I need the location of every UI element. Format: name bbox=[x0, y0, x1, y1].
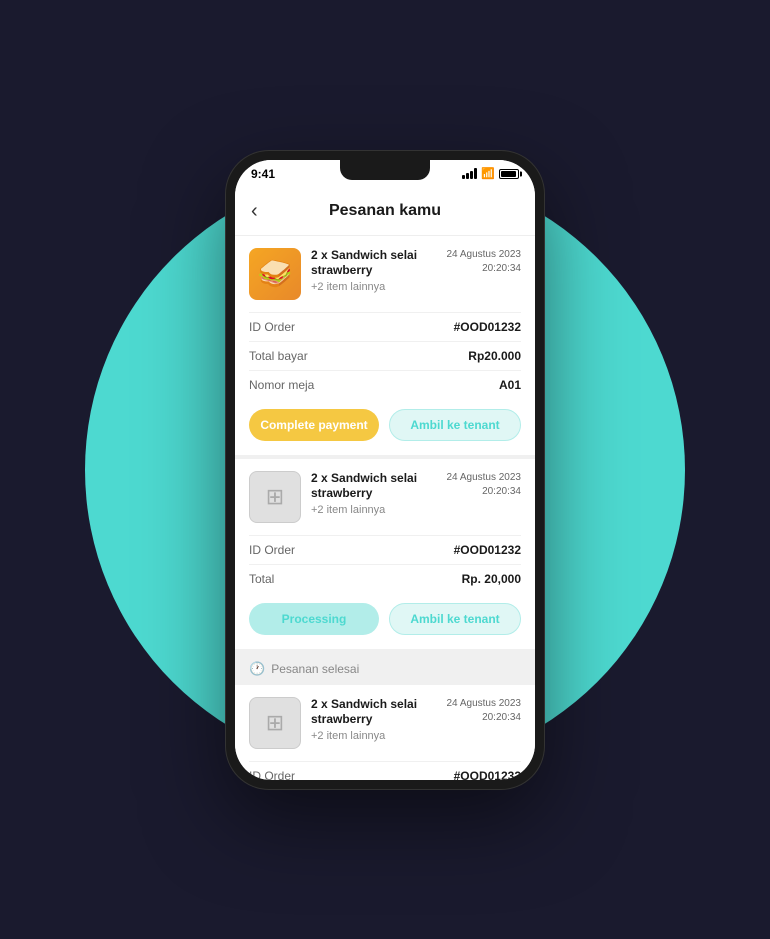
item-date-2: 24 Agustus 2023 20:20:34 bbox=[446, 471, 521, 499]
processing-button[interactable]: Processing bbox=[249, 603, 379, 635]
detail-label-total-2: Total bbox=[249, 572, 274, 586]
wifi-icon: 📶 bbox=[481, 167, 495, 180]
item-name-row-2: 2 x Sandwich selai strawberry 24 Agustus… bbox=[311, 471, 521, 502]
battery-icon bbox=[499, 169, 519, 179]
signal-icon bbox=[462, 168, 477, 179]
order-details-2: ID Order #OOD01232 Total Rp. 20,000 bbox=[235, 535, 535, 593]
back-button[interactable]: ‹ bbox=[251, 198, 264, 225]
order-card-1: 🥪 2 x Sandwich selai strawberry 24 Agust… bbox=[235, 236, 535, 455]
item-name-row-3: 2 x Sandwich selai strawberry 24 Agustus… bbox=[311, 697, 521, 728]
item-more-1: +2 item lainnya bbox=[311, 281, 521, 293]
item-name-2: 2 x Sandwich selai strawberry bbox=[311, 471, 441, 502]
detail-value-table-1: A01 bbox=[499, 378, 521, 392]
detail-label-id-1: ID Order bbox=[249, 320, 295, 334]
order-card-3: ⊞ 2 x Sandwich selai strawberry 24 Agust… bbox=[235, 685, 535, 780]
section-divider-completed: 🕐 Pesanan selesai bbox=[235, 653, 535, 685]
item-date-3: 24 Agustus 2023 20:20:34 bbox=[446, 697, 521, 725]
order-item-image-2: ⊞ bbox=[249, 471, 301, 523]
phone-body: 9:41 📶 ‹ Pesanan kamu bbox=[225, 150, 545, 790]
detail-row-id-3: ID Order #OOD01232 bbox=[249, 761, 521, 780]
detail-label-total-1: Total bayar bbox=[249, 349, 308, 363]
order-card-2: ⊞ 2 x Sandwich selai strawberry 24 Agust… bbox=[235, 459, 535, 649]
order-item-row-1: 🥪 2 x Sandwich selai strawberry 24 Agust… bbox=[235, 236, 535, 312]
detail-label-id-2: ID Order bbox=[249, 543, 295, 557]
order-item-info-3: 2 x Sandwich selai strawberry 24 Agustus… bbox=[311, 697, 521, 742]
detail-value-total-1: Rp20.000 bbox=[468, 349, 521, 363]
status-icons: 📶 bbox=[462, 167, 519, 180]
detail-value-id-3: #OOD01232 bbox=[454, 769, 521, 780]
detail-label-id-3: ID Order bbox=[249, 769, 295, 780]
action-row-1: Complete payment Ambil ke tenant bbox=[235, 399, 535, 455]
order-details-3: ID Order #OOD01232 Total Rp. 20,000 bbox=[235, 761, 535, 780]
ambil-tenant-button-1[interactable]: Ambil ke tenant bbox=[389, 409, 521, 441]
divider-label: Pesanan selesai bbox=[271, 662, 359, 676]
item-more-3: +2 item lainnya bbox=[311, 730, 521, 742]
detail-value-id-2: #OOD01232 bbox=[454, 543, 521, 557]
placeholder-icon-2: ⊞ bbox=[266, 484, 284, 510]
page-title: Pesanan kamu bbox=[329, 202, 441, 220]
item-name-row-1: 2 x Sandwich selai strawberry 24 Agustus… bbox=[311, 248, 521, 279]
item-more-2: +2 item lainnya bbox=[311, 504, 521, 516]
phone-frame: 9:41 📶 ‹ Pesanan kamu bbox=[225, 150, 545, 790]
status-time: 9:41 bbox=[251, 167, 275, 181]
order-item-row-3: ⊞ 2 x Sandwich selai strawberry 24 Agust… bbox=[235, 685, 535, 761]
phone-screen: 9:41 📶 ‹ Pesanan kamu bbox=[235, 160, 535, 780]
detail-row-table-1: Nomor meja A01 bbox=[249, 370, 521, 399]
detail-row-total-1: Total bayar Rp20.000 bbox=[249, 341, 521, 370]
order-details-1: ID Order #OOD01232 Total bayar Rp20.000 … bbox=[235, 312, 535, 399]
orders-scroll-area[interactable]: 🥪 2 x Sandwich selai strawberry 24 Agust… bbox=[235, 236, 535, 780]
action-row-2: Processing Ambil ke tenant bbox=[235, 593, 535, 649]
placeholder-icon-3: ⊞ bbox=[266, 710, 284, 736]
detail-value-total-2: Rp. 20,000 bbox=[462, 572, 521, 586]
status-bar: 9:41 📶 bbox=[235, 160, 535, 188]
item-name-3: 2 x Sandwich selai strawberry bbox=[311, 697, 441, 728]
detail-value-id-1: #OOD01232 bbox=[454, 320, 521, 334]
item-date-1: 24 Agustus 2023 20:20:34 bbox=[446, 248, 521, 276]
detail-row-id-1: ID Order #OOD01232 bbox=[249, 312, 521, 341]
page-header: ‹ Pesanan kamu bbox=[235, 188, 535, 236]
detail-row-id-2: ID Order #OOD01232 bbox=[249, 535, 521, 564]
complete-payment-button[interactable]: Complete payment bbox=[249, 409, 379, 441]
food-emoji: 🥪 bbox=[258, 257, 293, 290]
notch bbox=[340, 160, 430, 180]
ambil-tenant-button-2[interactable]: Ambil ke tenant bbox=[389, 603, 521, 635]
clock-icon: 🕐 bbox=[249, 661, 265, 677]
order-item-info-2: 2 x Sandwich selai strawberry 24 Agustus… bbox=[311, 471, 521, 516]
order-item-image-3: ⊞ bbox=[249, 697, 301, 749]
order-item-info-1: 2 x Sandwich selai strawberry 24 Agustus… bbox=[311, 248, 521, 293]
item-name-1: 2 x Sandwich selai strawberry bbox=[311, 248, 441, 279]
detail-row-total-2: Total Rp. 20,000 bbox=[249, 564, 521, 593]
order-item-row-2: ⊞ 2 x Sandwich selai strawberry 24 Agust… bbox=[235, 459, 535, 535]
order-item-image-1: 🥪 bbox=[249, 248, 301, 300]
detail-label-table-1: Nomor meja bbox=[249, 378, 314, 392]
